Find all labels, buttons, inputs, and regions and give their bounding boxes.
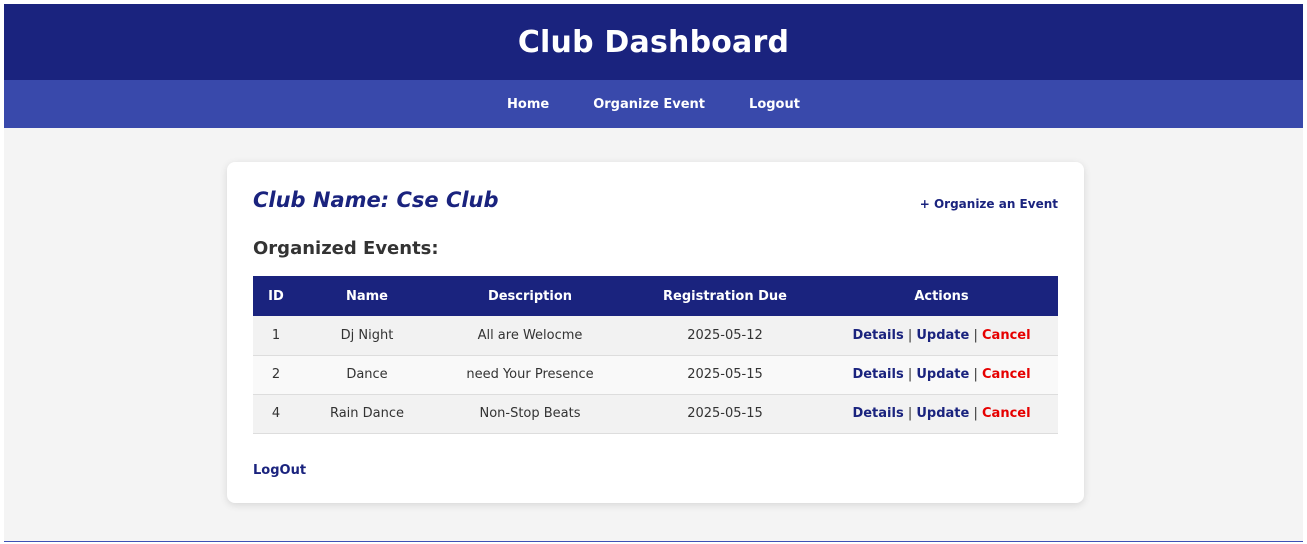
page-title: Club Dashboard — [517, 24, 790, 60]
cell-name: Rain Dance — [299, 394, 435, 434]
details-link[interactable]: Details — [852, 328, 903, 343]
cell-description: Non-Stop Beats — [435, 394, 625, 434]
separator: | — [907, 406, 913, 421]
cancel-link[interactable]: Cancel — [982, 367, 1031, 382]
header-registration-due: Registration Due — [625, 276, 825, 316]
cell-due: 2025-05-12 — [625, 316, 825, 356]
update-link[interactable]: Update — [916, 328, 969, 343]
cell-actions: Details | Update | Cancel — [825, 316, 1058, 356]
nav-home-link[interactable]: Home — [507, 97, 549, 112]
nav-organize-event-link[interactable]: Organize Event — [593, 97, 705, 112]
header-id: ID — [253, 276, 299, 316]
cell-id: 4 — [253, 394, 299, 434]
separator: | — [973, 406, 978, 421]
cell-id: 1 — [253, 316, 299, 356]
cell-id: 2 — [253, 355, 299, 395]
club-card: Club Name: Cse Club + Organize an Event … — [227, 162, 1084, 503]
details-link[interactable]: Details — [852, 367, 903, 382]
separator: | — [973, 327, 978, 343]
logout-link[interactable]: LogOut — [253, 463, 306, 478]
header-description: Description — [435, 276, 625, 316]
cell-description: need Your Presence — [435, 355, 625, 395]
cancel-link[interactable]: Cancel — [982, 328, 1031, 343]
cell-name: Dj Night — [299, 316, 435, 356]
separator: | — [973, 367, 978, 382]
organize-event-link[interactable]: + Organize an Event — [920, 197, 1058, 211]
header-actions: Actions — [825, 276, 1058, 316]
table-row: 2 Dance need Your Presence 2025-05-15 De… — [253, 355, 1058, 395]
cell-due: 2025-05-15 — [625, 355, 825, 395]
cell-due: 2025-05-15 — [625, 394, 825, 434]
table-row: 1 Dj Night All are Welocme 2025-05-12 De… — [253, 316, 1058, 356]
cell-actions: Details | Update | Cancel — [825, 394, 1058, 434]
header-name: Name — [299, 276, 435, 316]
club-name-heading: Club Name: Cse Club — [253, 188, 499, 212]
cell-description: All are Welocme — [435, 316, 625, 356]
cancel-link[interactable]: Cancel — [982, 406, 1031, 421]
update-link[interactable]: Update — [916, 406, 969, 421]
table-header-row: ID Name Description Registration Due Act… — [253, 276, 1058, 316]
table-row: 4 Rain Dance Non-Stop Beats 2025-05-15 D… — [253, 394, 1058, 434]
events-table: ID Name Description Registration Due Act… — [253, 276, 1058, 434]
separator: | — [907, 367, 913, 382]
top-header: Club Dashboard — [4, 4, 1303, 80]
update-link[interactable]: Update — [916, 367, 969, 382]
separator: | — [907, 327, 913, 343]
organized-events-heading: Organized Events: — [253, 238, 439, 259]
nav-logout-link[interactable]: Logout — [749, 97, 800, 112]
cell-name: Dance — [299, 355, 435, 395]
cell-actions: Details | Update | Cancel — [825, 355, 1058, 395]
nav-bar: Home Organize Event Logout — [4, 80, 1303, 128]
page-frame: Club Dashboard Home Organize Event Logou… — [4, 4, 1303, 542]
details-link[interactable]: Details — [852, 406, 903, 421]
